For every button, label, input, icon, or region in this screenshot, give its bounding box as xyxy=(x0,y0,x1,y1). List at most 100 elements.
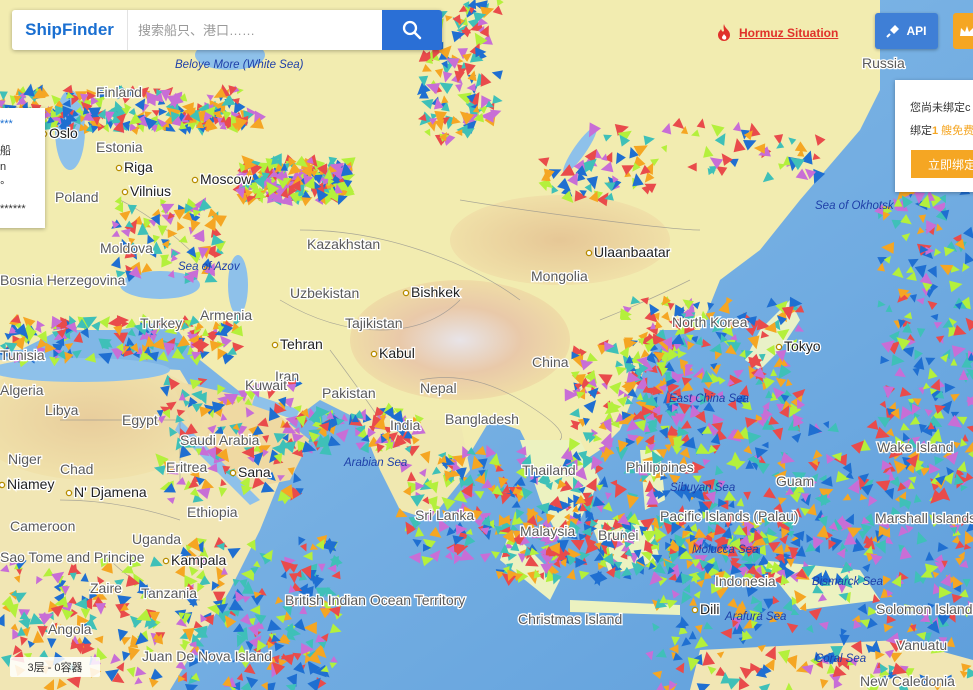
sea-label: Bismarck Sea xyxy=(812,576,883,588)
country-label: China xyxy=(532,354,569,370)
country-label: Sao Tome and Principe xyxy=(0,549,145,565)
city-dot xyxy=(775,343,783,351)
bind-ship-panel: 您尚未绑定c 绑定1 艘免费 立即绑定 xyxy=(895,80,973,192)
city-label: Kampala xyxy=(171,552,226,568)
country-label: New Caledonia xyxy=(860,673,955,689)
city-label: Oslo xyxy=(49,125,78,141)
city-label: Ulaanbaatar xyxy=(594,244,671,260)
country-label: Russia xyxy=(862,55,905,71)
city-label: Riga xyxy=(124,159,153,175)
city-dot xyxy=(585,249,593,257)
bind-count-message: 绑定1 艘免费 xyxy=(910,122,973,138)
city-dot xyxy=(115,164,123,172)
info-line-1: *** xyxy=(0,118,13,130)
country-label: Uganda xyxy=(132,531,181,547)
country-label: Saudi Arabia xyxy=(180,432,260,448)
info-line-4: ° xyxy=(0,180,5,192)
sea-label: Arabian Sea xyxy=(343,457,407,469)
country-label: Kazakhstan xyxy=(307,236,380,252)
country-label: Poland xyxy=(55,189,99,205)
country-label: Malaysia xyxy=(520,523,575,539)
country-label: Egypt xyxy=(122,412,158,428)
sea-label: Coral Sea xyxy=(815,653,866,665)
city-label: Sana xyxy=(238,464,271,480)
country-label: Guam xyxy=(776,473,814,489)
city-dot xyxy=(370,350,378,358)
info-line-3: n xyxy=(0,161,7,173)
country-label: Estonia xyxy=(96,139,143,155)
city-dot xyxy=(162,557,170,565)
city-label: Dili xyxy=(700,601,719,617)
search-icon xyxy=(402,20,422,40)
country-label: Tunisia xyxy=(0,347,45,363)
country-label: Solomon Islands xyxy=(876,601,973,617)
shipfinder-logo[interactable]: ShipFinder xyxy=(12,10,128,50)
city-label: Bishkek xyxy=(411,284,461,300)
city-label: Tehran xyxy=(280,336,323,352)
city-dot xyxy=(229,469,237,477)
country-label: Sri Lanka xyxy=(415,507,474,523)
country-label: Cameroon xyxy=(10,518,75,534)
country-label: Nepal xyxy=(420,380,457,396)
country-label: Tajikistan xyxy=(345,315,403,331)
hormuz-alert-label[interactable]: Hormuz Situation xyxy=(739,26,838,40)
city-dot xyxy=(191,176,199,184)
vip-button[interactable] xyxy=(953,13,973,49)
crown-icon xyxy=(960,26,973,36)
country-label: Libya xyxy=(45,402,79,418)
city-dot xyxy=(0,481,6,489)
country-label: Eritrea xyxy=(166,459,207,475)
country-label: Angola xyxy=(48,621,92,637)
country-label: Wake Island xyxy=(877,439,954,455)
country-label: Brunei xyxy=(598,527,638,543)
country-label: Philippines xyxy=(626,459,694,475)
layer-status: 3层 - 0容器 xyxy=(10,657,100,677)
country-label: Juan De Nova Island xyxy=(142,648,272,664)
country-label: Moldova xyxy=(100,240,153,256)
sea-label: Sibuyan Sea xyxy=(670,482,735,494)
sea-label: Beloye More (White Sea) xyxy=(175,59,304,71)
fire-icon xyxy=(718,24,730,41)
hormuz-alert-link[interactable]: Hormuz Situation xyxy=(716,24,838,42)
country-label: Indonesia xyxy=(715,573,776,589)
city-dot xyxy=(271,341,279,349)
country-label: Chad xyxy=(60,461,93,477)
api-button[interactable]: API xyxy=(875,13,938,49)
city-label: Kabul xyxy=(379,345,415,361)
info-line-5: ****** xyxy=(0,203,26,215)
country-label: Finland xyxy=(96,84,142,100)
country-label: Turkey xyxy=(140,315,182,331)
country-label: Thailand xyxy=(522,462,576,478)
world-map[interactable]: Russia Finland Estonia Kazakhstan Mongolia Uz… xyxy=(0,0,973,690)
plug-icon xyxy=(886,25,900,38)
sea-label: Sea of Azov xyxy=(178,261,241,273)
search-bar: ShipFinder xyxy=(12,10,442,50)
search-field[interactable] xyxy=(128,10,382,50)
city-dot xyxy=(402,289,410,297)
city-dot xyxy=(691,606,699,614)
country-label: Bosnia Herzegovina xyxy=(0,272,126,288)
city-label: N' Djamena xyxy=(74,484,147,500)
city-label: Moscow xyxy=(200,171,252,187)
city-label: Vilnius xyxy=(130,183,171,199)
country-label: Uzbekistan xyxy=(290,285,359,301)
city-label: Niamey xyxy=(7,476,54,492)
country-label: India xyxy=(390,417,421,433)
ship-info-panel: *** 船 n ° ****** xyxy=(0,108,45,228)
country-label: Christmas Island xyxy=(518,611,622,627)
country-label: Pacific Islands (Palau) xyxy=(660,508,799,524)
country-label: Tanzania xyxy=(141,585,197,601)
country-label: Algeria xyxy=(0,382,44,398)
city-dot xyxy=(121,188,129,196)
country-label: Ethiopia xyxy=(187,504,238,520)
bind-prefix: 绑定 xyxy=(910,125,932,137)
search-input[interactable] xyxy=(128,10,382,50)
search-button[interactable] xyxy=(382,10,442,50)
country-label: Niger xyxy=(8,451,42,467)
country-label: Armenia xyxy=(200,307,252,323)
country-label: British Indian Ocean Territory xyxy=(285,592,465,608)
country-label: Kuwait xyxy=(245,377,287,393)
sea-label: Molucca Sea xyxy=(692,544,758,556)
bind-now-button[interactable]: 立即绑定 xyxy=(911,150,973,178)
country-label: Zaire xyxy=(90,580,122,596)
